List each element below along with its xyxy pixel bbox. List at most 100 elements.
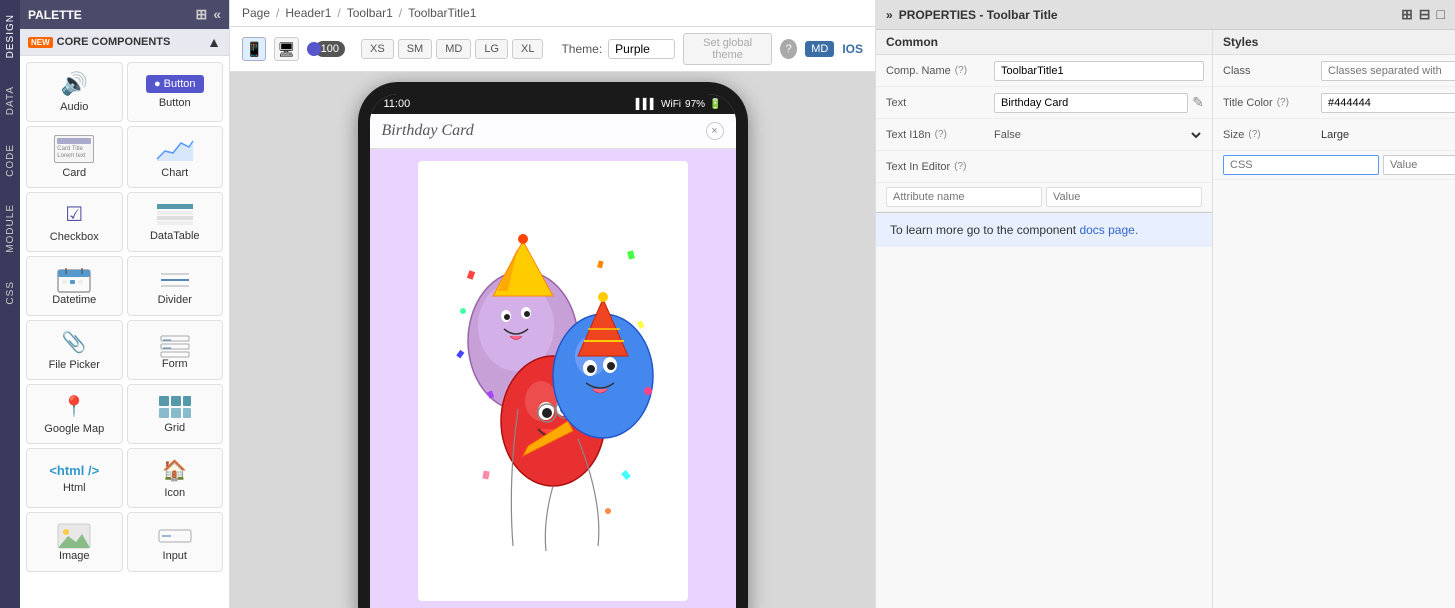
form-label: Form xyxy=(162,358,188,370)
sidebar-css[interactable]: CSS xyxy=(3,267,18,319)
props-header: » PROPERTIES - Toolbar Title ⊞ ⊟ □ xyxy=(876,0,1455,30)
props-icon-columns[interactable]: ⊟ xyxy=(1419,6,1431,23)
palette-item-card[interactable]: Card TitleLorem text Card xyxy=(26,126,123,188)
css-value-row xyxy=(1213,151,1455,180)
chart-preview-svg xyxy=(155,135,195,163)
palette-collapse-icon[interactable]: « xyxy=(213,6,221,23)
text-i18n-help[interactable]: (?) xyxy=(935,129,947,140)
palette-item-checkbox[interactable]: ☑ Checkbox xyxy=(26,192,123,252)
platform-ios-badge[interactable]: IOS xyxy=(842,42,863,56)
sidebar-design[interactable]: DESIGN xyxy=(3,0,18,72)
title-color-value: ▼ xyxy=(1313,89,1455,117)
palette-item-button[interactable]: ● Button Button xyxy=(127,62,224,122)
device-mobile-btn[interactable]: 📱 xyxy=(242,37,266,61)
palette-item-filepicker[interactable]: 📎 File Picker xyxy=(26,320,123,380)
vertical-sidebar: DESIGN DATA CODE MODULE CSS xyxy=(0,0,20,608)
filepicker-label: File Picker xyxy=(49,359,100,371)
css-value-input[interactable] xyxy=(1383,155,1455,175)
palette-item-html[interactable]: <html /> Html xyxy=(26,448,123,508)
platform-md-badge[interactable]: MD xyxy=(805,41,834,57)
bp-md[interactable]: MD xyxy=(436,39,471,59)
input-label: Input xyxy=(163,550,187,562)
palette-item-form[interactable]: Form xyxy=(127,320,224,380)
palette-item-input[interactable]: Input xyxy=(127,512,224,572)
phone-toolbar-close[interactable]: × xyxy=(706,122,724,140)
main-canvas: Page / Header1 / Toolbar1 / ToolbarTitle… xyxy=(230,0,875,608)
text-in-editor-value xyxy=(986,163,1212,171)
sidebar-code[interactable]: CODE xyxy=(3,130,18,191)
text-input[interactable] xyxy=(994,93,1188,113)
breadcrumb-bar: Page / Header1 / Toolbar1 / ToolbarTitle… xyxy=(230,0,875,27)
palette-item-divider[interactable]: Divider xyxy=(127,256,224,316)
title-color-help[interactable]: (?) xyxy=(1277,97,1289,108)
palette-header-icons: ⊞ « xyxy=(195,6,221,23)
attr-name-input[interactable] xyxy=(886,187,1042,207)
size-row: Size (?) Large xyxy=(1213,119,1455,151)
section-title: CORE COMPONENTS xyxy=(57,36,171,48)
palette-expand-icon[interactable]: ⊞ xyxy=(195,6,207,23)
datetime-label: Datetime xyxy=(52,294,96,306)
size-display: Large xyxy=(1321,129,1349,141)
class-input[interactable] xyxy=(1321,61,1455,81)
title-color-input[interactable] xyxy=(1321,93,1455,113)
help-icon[interactable]: ? xyxy=(780,39,797,59)
audio-label: Audio xyxy=(60,101,88,113)
palette-item-image[interactable]: Image xyxy=(26,512,123,572)
sidebar-module[interactable]: MODULE xyxy=(3,190,18,267)
css-input[interactable] xyxy=(1223,155,1379,175)
attr-value-input[interactable] xyxy=(1046,187,1202,207)
text-i18n-select[interactable]: ▼ xyxy=(1184,128,1204,142)
googlemap-label: Google Map xyxy=(44,423,104,435)
palette-item-grid[interactable]: Grid xyxy=(127,384,224,444)
palette-item-datatable[interactable]: DataTable xyxy=(127,192,224,252)
balloon-illustration xyxy=(428,191,678,571)
bp-lg[interactable]: LG xyxy=(475,39,508,59)
docs-link[interactable]: docs page. xyxy=(1079,223,1138,237)
breadcrumb-toolbartitle1[interactable]: ToolbarTitle1 xyxy=(408,6,476,20)
title-color-label: Title Color (?) xyxy=(1213,91,1313,115)
palette-item-datetime[interactable]: Datetime xyxy=(26,256,123,316)
props-columns: Common Comp. Name (?) Text ✎ xyxy=(876,30,1455,608)
props-icon-grid[interactable]: ⊞ xyxy=(1401,6,1413,23)
palette-item-icon[interactable]: 🏠 Icon xyxy=(127,448,224,508)
bp-xl[interactable]: XL xyxy=(512,39,543,59)
size-help[interactable]: (?) xyxy=(1248,129,1260,140)
theme-section: Theme: Purple Blue Green Red Default xyxy=(561,39,675,59)
breadcrumb-header1[interactable]: Header1 xyxy=(285,6,331,20)
comp-name-label: Comp. Name (?) xyxy=(876,59,986,83)
text-label: Text xyxy=(876,91,986,115)
theme-select[interactable]: Purple Blue Green Red Default xyxy=(608,39,675,59)
breadcrumb-page[interactable]: Page xyxy=(242,6,270,20)
docs-section: To learn more go to the component docs p… xyxy=(876,212,1212,247)
props-col-common: Common Comp. Name (?) Text ✎ xyxy=(876,30,1213,608)
palette-item-audio[interactable]: 🔊 Audio xyxy=(26,62,123,122)
text-edit-icon[interactable]: ✎ xyxy=(1192,94,1204,111)
text-in-editor-help[interactable]: (?) xyxy=(954,161,966,172)
input-preview-svg xyxy=(157,522,193,550)
bp-buttons: XS SM MD LG XL xyxy=(361,39,543,59)
set-global-theme-btn[interactable]: Set global theme xyxy=(683,33,772,65)
device-desktop-btn[interactable]: 🖥 xyxy=(274,37,298,61)
battery-text: 97% xyxy=(685,99,705,110)
size-value: Large xyxy=(1313,125,1455,145)
props-icon-window[interactable]: □ xyxy=(1437,6,1445,23)
divider-label: Divider xyxy=(158,294,192,306)
palette-item-googlemap[interactable]: 📍 Google Map xyxy=(26,384,123,444)
sidebar-data[interactable]: DATA xyxy=(3,72,18,129)
palette-header: PALETTE ⊞ « xyxy=(20,0,229,29)
grid-preview-svg xyxy=(157,394,193,422)
section-collapse-icon[interactable]: ▲ xyxy=(207,34,221,50)
slider-thumb[interactable] xyxy=(307,42,321,56)
bp-xs[interactable]: XS xyxy=(361,39,394,59)
common-section-header: Common xyxy=(876,30,1212,55)
canvas-controls: 📱 🖥 100 XS SM MD LG XL Theme: Purple Blu… xyxy=(230,27,875,72)
palette-item-chart[interactable]: Chart xyxy=(127,126,224,188)
battery-icon: 🔋 xyxy=(709,99,721,110)
text-row: Text ✎ xyxy=(876,87,1212,119)
bp-sm[interactable]: SM xyxy=(398,39,433,59)
palette-grid: 🔊 Audio ● Button Button Card TitleLorem … xyxy=(20,56,229,578)
comp-name-help[interactable]: (?) xyxy=(955,65,967,76)
comp-name-input[interactable] xyxy=(994,61,1204,81)
checkbox-icon: ☑ xyxy=(65,202,83,227)
breadcrumb-toolbar1[interactable]: Toolbar1 xyxy=(347,6,393,20)
